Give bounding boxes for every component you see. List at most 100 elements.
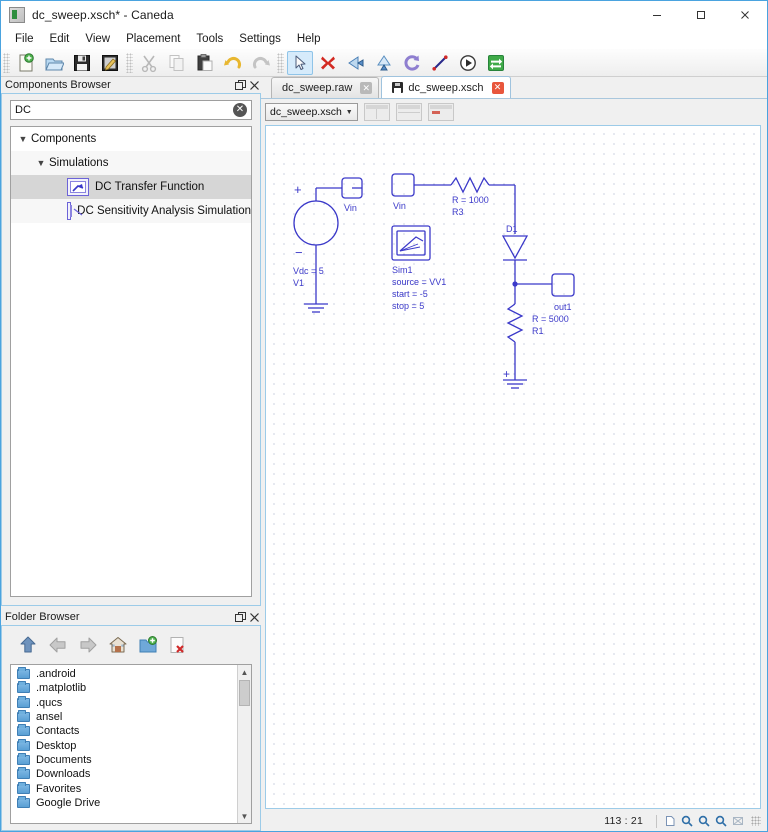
select-pointer-button[interactable] <box>287 50 313 75</box>
diode-d1-symbol <box>501 235 529 260</box>
folder-name: Favorites <box>36 782 82 795</box>
new-document-button[interactable] <box>13 51 39 75</box>
close-button[interactable] <box>723 1 767 29</box>
d1-ref-label: D1 <box>506 224 518 234</box>
source-minus-label: − <box>295 245 303 260</box>
minimize-button[interactable] <box>635 1 679 29</box>
menu-view[interactable]: View <box>77 31 118 47</box>
simulate-button[interactable] <box>455 51 481 75</box>
list-item[interactable]: Documents <box>11 752 237 767</box>
v1-ref-label: V1 <box>293 278 304 288</box>
zoom-reset-icon[interactable] <box>730 814 745 829</box>
copy-button[interactable] <box>164 51 190 75</box>
folder-browser-title: Folder Browser <box>5 611 80 623</box>
components-browser-float-button[interactable] <box>233 78 247 92</box>
list-item[interactable]: .android <box>11 667 237 681</box>
r1-value-label: R = 5000 <box>532 314 569 324</box>
redo-button[interactable] <box>248 51 274 75</box>
tab-close-icon[interactable]: ✕ <box>491 81 504 94</box>
schematic-canvas[interactable]: + − Vdc = 5 V1 Vin Vin R = 1000 R3 D1 R … <box>265 125 761 809</box>
tab-dc-sweep-raw[interactable]: dc_sweep.raw ✕ <box>271 77 380 98</box>
resistor-r1-symbol <box>506 303 524 343</box>
maximize-button[interactable] <box>679 1 723 29</box>
toolbar-grip-2[interactable] <box>126 52 133 73</box>
document-select[interactable]: dc_sweep.xsch ▼ <box>265 103 358 121</box>
chevron-down-icon[interactable]: ▼ <box>15 134 31 144</box>
open-folder-button[interactable] <box>41 51 67 75</box>
list-item[interactable]: .qucs <box>11 695 237 710</box>
home-icon[interactable] <box>106 633 130 657</box>
resize-grip[interactable] <box>751 816 761 826</box>
search-field-wrapper: ✕ <box>10 100 252 120</box>
toolbar-grip-3[interactable] <box>277 52 284 73</box>
list-item[interactable]: .matplotlib <box>11 681 237 695</box>
list-item[interactable]: Desktop <box>11 738 237 752</box>
folder-icon <box>17 681 30 694</box>
delete-button[interactable] <box>315 51 341 75</box>
mirror-horizontal-button[interactable] <box>343 51 369 75</box>
undo-button[interactable] <box>220 51 246 75</box>
new-folder-icon[interactable] <box>136 633 160 657</box>
menu-bar: File Edit View Placement Tools Settings … <box>1 29 767 49</box>
menu-placement[interactable]: Placement <box>118 31 188 47</box>
tree-group-components[interactable]: ▼ Components <box>11 127 251 151</box>
mirror-vertical-button[interactable] <box>371 51 397 75</box>
tree-item-dc-transfer-function[interactable]: DC Transfer Function <box>11 175 251 199</box>
go-back-icon[interactable] <box>46 633 70 657</box>
scrollbar-thumb[interactable] <box>239 680 250 706</box>
folder-browser-body: .android .matplotlib .qucs ansel Contact… <box>1 625 261 831</box>
menu-edit[interactable]: Edit <box>42 31 78 47</box>
toolbar-grip[interactable] <box>3 52 10 73</box>
cut-button[interactable] <box>136 51 162 75</box>
save-button[interactable] <box>69 51 95 75</box>
window-title: dc_sweep.xsch* - Caneda <box>32 8 174 22</box>
tree-item-dc-sensitivity-analysis[interactable]: DC Sensitivity Analysis Simulation <box>11 199 251 223</box>
split-vertical-button[interactable] <box>363 103 390 121</box>
save-as-button[interactable] <box>97 51 123 75</box>
insert-wire-button[interactable] <box>427 51 453 75</box>
tab-dc-sweep-xsch[interactable]: dc_sweep.xsch ✕ <box>381 76 511 98</box>
single-view-button[interactable] <box>427 103 454 121</box>
folder-icon <box>17 667 30 680</box>
menu-settings[interactable]: Settings <box>231 31 289 47</box>
fit-page-icon[interactable] <box>662 814 677 829</box>
zoom-fit-icon[interactable] <box>713 814 728 829</box>
chevron-down-icon-2[interactable]: ▼ <box>33 158 49 168</box>
tab-close-icon[interactable]: ✕ <box>360 82 373 94</box>
folder-browser-close-button[interactable] <box>247 610 261 624</box>
list-item[interactable]: Google Drive <box>11 795 237 810</box>
scroll-up-icon[interactable]: ▲ <box>238 665 252 679</box>
clear-search-icon[interactable]: ✕ <box>233 103 247 117</box>
folder-name: Google Drive <box>36 796 101 809</box>
go-forward-icon[interactable] <box>76 633 100 657</box>
list-item[interactable]: Contacts <box>11 724 237 738</box>
list-item[interactable]: Favorites <box>11 781 237 795</box>
components-browser-close-button[interactable] <box>247 78 261 92</box>
search-input[interactable] <box>10 100 252 120</box>
ground-plus-label: + <box>503 367 510 381</box>
folder-list-scrollbar[interactable]: ▲ ▼ <box>237 665 251 823</box>
main-toolbar <box>1 49 767 77</box>
folder-list[interactable]: .android .matplotlib .qucs ansel Contact… <box>10 664 252 824</box>
zoom-in-icon[interactable] <box>679 814 694 829</box>
folder-browser-title-bar: Folder Browser <box>1 609 261 625</box>
delete-file-icon[interactable] <box>166 633 190 657</box>
tree-label-components: Components <box>31 133 97 145</box>
open-simulation-results-button[interactable] <box>483 51 509 75</box>
menu-file[interactable]: File <box>7 31 42 47</box>
list-item[interactable]: ansel <box>11 710 237 724</box>
menu-tools[interactable]: Tools <box>188 31 231 47</box>
status-separator <box>656 814 657 828</box>
scroll-down-icon[interactable]: ▼ <box>238 809 252 823</box>
folder-browser-toolbar <box>10 628 252 662</box>
go-up-icon[interactable] <box>16 633 40 657</box>
components-tree[interactable]: ▼ Components ▼ Simulations DC Transfer F… <box>10 126 252 597</box>
zoom-out-icon[interactable] <box>696 814 711 829</box>
folder-browser-float-button[interactable] <box>233 610 247 624</box>
split-horizontal-button[interactable] <box>395 103 422 121</box>
tree-group-simulations[interactable]: ▼ Simulations <box>11 151 251 175</box>
rotate-button[interactable] <box>399 51 425 75</box>
paste-button[interactable] <box>192 51 218 75</box>
menu-help[interactable]: Help <box>289 31 329 47</box>
list-item[interactable]: Downloads <box>11 767 237 781</box>
